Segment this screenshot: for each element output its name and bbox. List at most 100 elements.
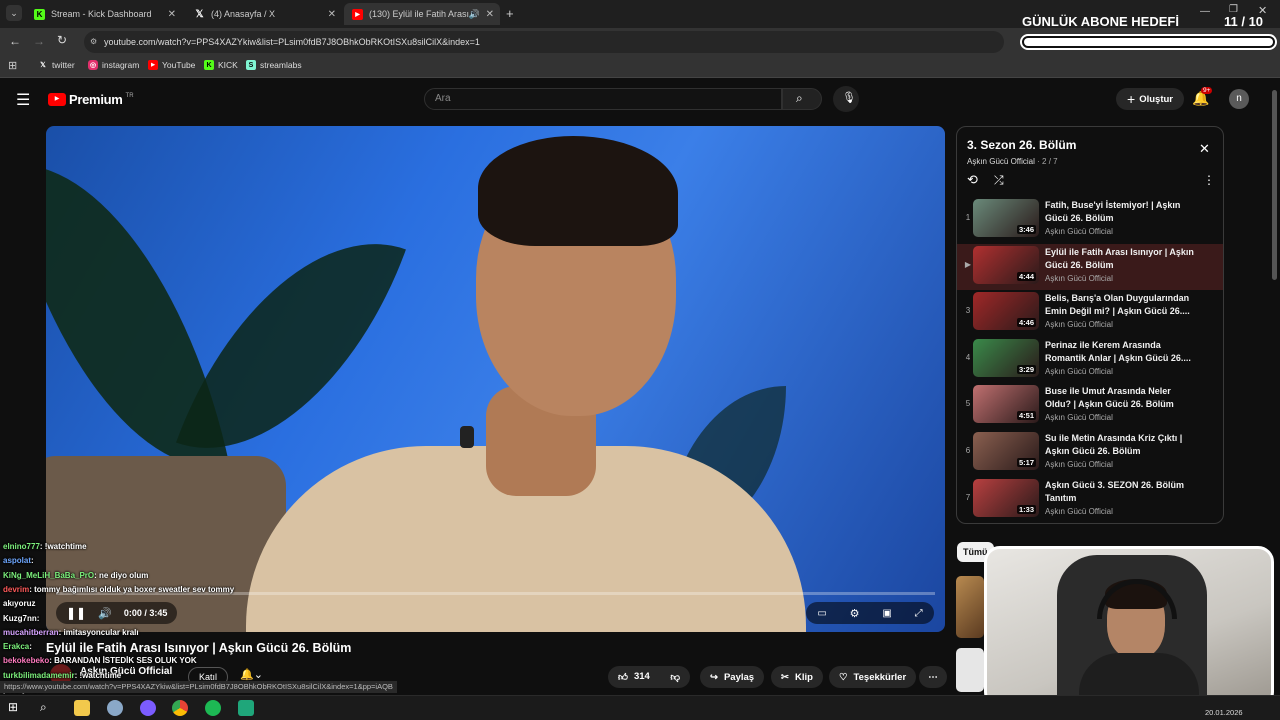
windows-start-icon[interactable]: ⊞ (8, 700, 24, 716)
minimize-icon[interactable]: — (1200, 6, 1210, 17)
app-icon[interactable] (238, 700, 254, 716)
notifications-button[interactable]: 🔔 9+ (1192, 87, 1213, 110)
bookmark-instagram[interactable]: ◎ instagram (88, 60, 139, 70)
url-text: youtube.com/watch?v=PPS4XAZYkiw&list=PLs… (104, 37, 480, 47)
subscriber-goal-fill (1024, 38, 1273, 46)
recommendation-thumbnail[interactable] (956, 576, 984, 638)
playlist-item-channel: Aşkın Gücü Official (1045, 460, 1113, 469)
playlist-item-channel: Aşkın Gücü Official (1045, 413, 1113, 423)
playlist-thumbnail[interactable]: 4:44 (973, 245, 1039, 284)
settings-icon[interactable]: ⚙ (850, 607, 860, 620)
playlist-item-title[interactable]: Aşkın Gücü 3. SEZON 26. Bölüm Tanıtım (1045, 479, 1195, 505)
tab-youtube-video[interactable]: ▶ (130) Eylül ile Fatih Arası Isı 🔊 ✕ (344, 3, 500, 25)
taskbar: ⊞ ⌕ 20.01.2026 (0, 695, 1280, 720)
recommendation-thumbnail[interactable] (956, 648, 984, 692)
forward-icon[interactable]: → (33, 34, 45, 48)
playlist-item-title[interactable]: Perinaz ile Kerem Arasında Romantik Anla… (1045, 339, 1195, 365)
spotify-icon[interactable] (205, 700, 221, 716)
speaker-icon[interactable]: 🔊 (469, 9, 480, 20)
playlist-item[interactable]: 1 3:46 Fatih, Buse'yi İstemiyor! | Aşkın G… (957, 197, 1223, 243)
like-button[interactable]: 👍︎ 314 (618, 671, 650, 683)
tab-x-home[interactable]: 𝕏 (4) Anasayfa / X ✕ (186, 3, 342, 25)
bookmark-label: KICK (218, 60, 238, 70)
back-icon[interactable]: ← (9, 34, 21, 48)
playlist-item-title[interactable]: Belis, Barış'a Olan Duygularından Emin D… (1045, 292, 1195, 318)
youtube-icon: ▶ (352, 8, 363, 20)
url-field[interactable]: ⚙ youtube.com/watch?v=PPS4XAZYkiw&list=P… (84, 31, 1004, 53)
playlist-item-title[interactable]: Su ile Metin Arasında Kriz Çıktı | Aşkın… (1045, 432, 1195, 458)
volume-icon[interactable]: 🔊 (98, 607, 112, 620)
playlist-thumbnail[interactable]: 4:46 (973, 292, 1039, 331)
playlist-item[interactable]: 7 1:33 Aşkın Gücü 3. SEZON 26. Bölüm Tanıt… (957, 477, 1223, 523)
playlist-thumbnail[interactable]: 3:29 (973, 338, 1039, 377)
tab-search-icon[interactable]: ⌄ (6, 5, 22, 21)
bookmark-twitter[interactable]: 𝕏 twitter (38, 60, 75, 70)
playlist-item[interactable]: 5 4:51 Buse ile Umut Arasında Neler Oldu? … (957, 383, 1223, 429)
duration-badge: 4:51 (1016, 411, 1036, 421)
bookmark-streamlabs[interactable]: S streamlabs (246, 60, 302, 70)
webcam-overlay (984, 546, 1274, 708)
playlist-item-title[interactable]: Eylül ile Fatih Arası Isınıyor | Aşkın G… (1045, 246, 1195, 272)
site-info-icon[interactable]: ⚙ (90, 31, 97, 53)
bookmark-kick[interactable]: K KICK (204, 60, 238, 70)
apps-grid-icon[interactable]: ⊞ (8, 59, 17, 72)
more-actions-button[interactable]: ⋯ (919, 666, 947, 688)
playlist-item-index: 4 (965, 352, 971, 362)
playlist-item[interactable]: ▶ 4:44 Eylül ile Fatih Arası Isınıyor | Aş… (957, 243, 1223, 290)
search-button[interactable]: ⌕ (782, 88, 822, 110)
chat-message: KiNg_MeLiH_BaBa_PrO: ne diyo olum (3, 571, 148, 580)
playlist-thumbnail[interactable]: 4:51 (973, 385, 1039, 424)
playlist-item-title[interactable]: Fatih, Buse'yi İstemiyor! | Aşkın Gücü 2… (1045, 199, 1195, 225)
thanks-button[interactable]: ♡ Teşekkürler (829, 666, 917, 688)
playlist-item[interactable]: 6 5:17 Su ile Metin Arasında Kriz Çıktı | … (957, 430, 1223, 476)
video-player[interactable]: ❚❚ 🔊 0:00 / 3:45 ▭ ⚙ ▣ ⤢ (46, 126, 945, 632)
chrome-icon[interactable] (172, 700, 188, 716)
fullscreen-icon[interactable]: ⤢ (915, 608, 923, 619)
miniplayer-icon[interactable]: ▣ (882, 608, 891, 619)
search-input[interactable]: Ara (424, 88, 782, 110)
tab-kick-dashboard[interactable]: K Stream - Kick Dashboard ✕ (26, 3, 182, 25)
menu-icon[interactable]: ☰ (16, 90, 30, 110)
subtitles-icon[interactable]: ▭ (817, 608, 826, 619)
shuffle-icon[interactable]: ⤮ (994, 173, 1004, 188)
app-icon[interactable] (107, 700, 123, 716)
dislike-icon[interactable]: 👎︎ (670, 671, 680, 683)
avatar[interactable]: n (1229, 89, 1249, 109)
playlist-channel[interactable]: Aşkın Gücü Official (967, 157, 1035, 166)
close-icon[interactable]: ✕ (486, 9, 494, 20)
new-tab-button[interactable]: + (506, 6, 514, 21)
playlist-title[interactable]: 3. Sezon 26. Bölüm (967, 138, 1076, 152)
close-icon[interactable]: ✕ (168, 9, 176, 20)
reload-icon[interactable]: ↻ (57, 33, 67, 47)
like-dislike-group: 👍︎ 314 👎︎ (608, 666, 690, 688)
file-explorer-icon[interactable] (74, 700, 90, 716)
create-button[interactable]: + Oluştur (1116, 88, 1184, 110)
playlist-item[interactable]: 4 3:29 Perinaz ile Kerem Arasında Romantik… (957, 337, 1223, 383)
chat-username: devrim (3, 584, 30, 594)
tab-title: Stream - Kick Dashboard (51, 9, 152, 19)
bookmark-youtube[interactable]: ▶ YouTube (148, 60, 195, 70)
avatar-letter: n (1236, 93, 1242, 104)
pause-icon[interactable]: ❚❚ (66, 606, 86, 620)
subscribed-bell-icon[interactable]: 🔔⌄ (240, 668, 263, 681)
playlist-item-channel: Aşkın Gücü Official (1045, 227, 1113, 236)
playlist-thumbnail[interactable]: 5:17 (973, 432, 1039, 470)
chat-message: bekokebeko: BARANDAN İSTEDİK SES OLUK YO… (3, 656, 197, 665)
share-button[interactable]: ↪ Paylaş (700, 666, 765, 688)
close-icon[interactable]: ✕ (328, 9, 336, 20)
clip-button[interactable]: ✂ Klip (771, 666, 823, 688)
logo-text: Premium (69, 92, 123, 107)
youtube-premium-logo[interactable]: ▶ Premium TR (48, 92, 134, 107)
playlist-thumbnail[interactable]: 1:33 (973, 478, 1039, 517)
playlist-item-title[interactable]: Buse ile Umut Arasında Neler Oldu? | Aşk… (1045, 385, 1195, 411)
more-options-icon[interactable]: ⋮ (1203, 173, 1215, 187)
chat-message: akıyoruz (3, 599, 35, 608)
playlist-thumbnail[interactable]: 3:46 (973, 199, 1039, 237)
loop-icon[interactable]: ⟲ (967, 172, 978, 188)
playlist-item[interactable]: 3 4:46 Belis, Barış'a Olan Duygularından E… (957, 290, 1223, 336)
close-icon[interactable]: ✕ (1199, 141, 1210, 157)
messenger-icon[interactable] (140, 700, 156, 716)
search-icon[interactable]: ⌕ (40, 700, 56, 716)
scrollbar-track[interactable] (1272, 90, 1277, 280)
voice-search-button[interactable]: 🎙 (833, 86, 859, 112)
